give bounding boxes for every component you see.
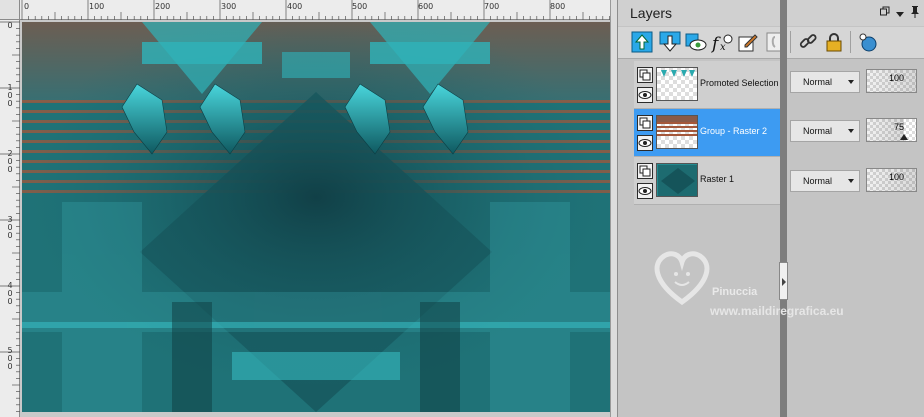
layer-name: Group - Raster 2 (700, 126, 768, 136)
layer-properties-row: Normal 100 (790, 69, 920, 97)
visibility-eye-icon[interactable] (637, 183, 653, 199)
layer-thumbnail (656, 67, 698, 101)
ruler-label: 300 (221, 2, 237, 11)
blend-mode-dropdown[interactable]: Normal (790, 71, 860, 93)
blend-mode-value: Normal (803, 77, 833, 87)
toolbar-separator (850, 31, 851, 53)
panel-header: Layers (618, 0, 924, 26)
blend-mode-dropdown[interactable]: Normal (790, 120, 860, 142)
layer-properties-row: Normal 100 (790, 168, 920, 196)
watermark-name: Pinuccia (712, 286, 758, 298)
layer-type-icon (637, 115, 653, 131)
toolbar-separator (790, 31, 791, 53)
layers-panel: Layers fx Promoted Selection Group - Ras… (617, 0, 924, 417)
ruler-label: 400 (7, 281, 13, 306)
mask-button[interactable] (856, 30, 880, 54)
blend-mode-value: Normal (803, 176, 833, 186)
layer-thumbnail (656, 115, 698, 149)
visibility-eye-icon[interactable] (637, 87, 653, 103)
blend-mode-dropdown[interactable]: Normal (790, 170, 860, 192)
effects-fx-icon: fx (711, 34, 733, 53)
ruler-label: 600 (418, 2, 434, 11)
layers-list: Promoted Selection Group - Raster 2 Rast… (634, 61, 781, 206)
vertical-ruler[interactable]: 0 100 200 300 400 500 (0, 20, 20, 417)
restore-icon[interactable] (880, 6, 890, 19)
ruler-label: 400 (287, 2, 303, 11)
layer-thumbnail (656, 163, 698, 197)
ruler-label: 100 (89, 2, 105, 11)
layer-type-icon (637, 163, 653, 179)
svg-text:x: x (720, 42, 726, 53)
ruler-label: 200 (155, 2, 171, 11)
ruler-label: 300 (7, 215, 13, 240)
visibility-eye-icon[interactable] (637, 135, 653, 151)
toggle-visibility-button[interactable] (684, 30, 708, 54)
lock-button[interactable] (822, 30, 846, 54)
opacity-value: 100 (888, 172, 904, 182)
ruler-label: 700 (484, 2, 500, 11)
opacity-value: 75 (893, 122, 904, 132)
layer-name: Raster 1 (700, 174, 735, 184)
layer-type-icon (637, 67, 653, 83)
image-canvas[interactable] (22, 22, 610, 412)
vertical-scrollbar[interactable] (610, 0, 617, 417)
pin-icon[interactable] (910, 6, 920, 21)
toggle-visibility-icon (685, 33, 707, 51)
layers-toolbar: fx (618, 27, 924, 59)
layer-properties-row: Normal 75 (790, 118, 920, 146)
canvas-artwork (22, 22, 610, 412)
edit-layer-button[interactable] (736, 30, 760, 54)
edit-layer-icon (738, 34, 758, 52)
horizontal-ruler[interactable]: 0 100 200 300 400 500 600 700 800 (0, 0, 610, 20)
layer-name: Promoted Selection (700, 78, 779, 88)
ruler-label: 800 (550, 2, 566, 11)
panel-splitter[interactable] (780, 0, 787, 417)
move-layer-up-button[interactable] (630, 30, 654, 54)
ruler-label: 200 (7, 149, 13, 174)
effects-button[interactable]: fx (710, 30, 734, 54)
opacity-slider[interactable]: 100 (866, 69, 917, 93)
ruler-label: 0 (7, 21, 13, 30)
watermark: Pinuccia www.maildiregrafica.eu (650, 246, 880, 326)
blend-mode-value: Normal (803, 126, 833, 136)
watermark-site: www.maildiregrafica.eu (710, 304, 844, 318)
mask-icon (859, 33, 877, 52)
layer-row-raster-1[interactable]: Raster 1 (634, 157, 781, 205)
link-icon (799, 34, 817, 48)
dropdown-arrow-icon (848, 179, 854, 183)
heart-logo-icon (654, 251, 710, 306)
opacity-value: 100 (888, 73, 904, 83)
link-button[interactable] (796, 30, 820, 54)
menu-arrow-icon[interactable] (896, 9, 904, 21)
ruler-label: 100 (7, 83, 13, 108)
layer-row-group-raster-2[interactable]: Group - Raster 2 (634, 109, 781, 157)
ruler-label: 500 (7, 346, 13, 371)
ruler-label: 0 (24, 2, 30, 11)
panel-title: Layers (630, 5, 673, 21)
opacity-slider[interactable]: 100 (866, 168, 917, 192)
layer-row-promoted-selection[interactable]: Promoted Selection (634, 61, 781, 109)
move-layer-down-icon (659, 31, 681, 52)
opacity-slider[interactable]: 75 (866, 118, 917, 142)
dropdown-arrow-icon (848, 129, 854, 133)
ruler-corner (0, 0, 20, 20)
ruler-label: 500 (352, 2, 368, 11)
move-layer-down-button[interactable] (658, 30, 682, 54)
move-layer-up-icon (631, 31, 653, 53)
canvas-area: 0 100 200 300 400 500 600 700 800 0 100 … (0, 0, 617, 417)
dropdown-arrow-icon (848, 80, 854, 84)
opacity-marker (899, 134, 908, 140)
lock-icon (826, 33, 842, 52)
